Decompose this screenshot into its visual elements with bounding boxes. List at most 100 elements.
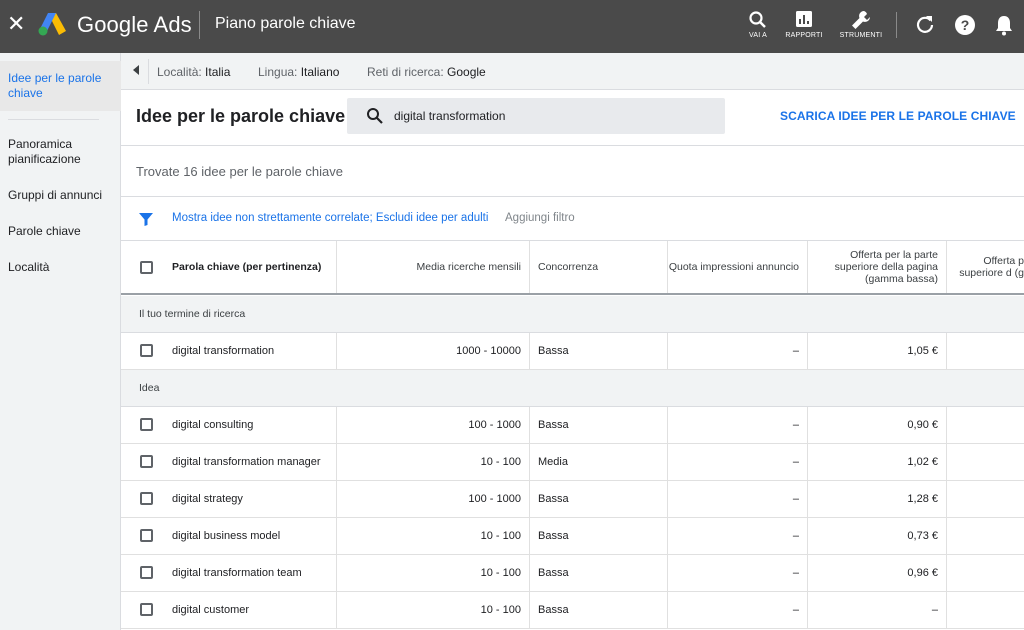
search-icon: [749, 11, 766, 28]
cell-volume: 100 - 1000: [337, 481, 530, 517]
cell-competition: Bassa: [530, 407, 668, 443]
sidebar-item-keyword-ideas[interactable]: Idee per le parole chiave: [8, 71, 116, 101]
cell-impression-share: –: [668, 333, 808, 369]
cell-bid-low: 0,73 €: [808, 518, 947, 554]
divider: [121, 145, 1024, 146]
cell-bid-low: 0,90 €: [808, 407, 947, 443]
cell-keyword: digital business model: [121, 518, 337, 554]
language-filter-label: Lingua:: [258, 65, 298, 79]
group-search-term-label: Il tuo termine di ricerca: [139, 308, 246, 320]
location-filter[interactable]: Località: Italia: [157, 65, 230, 79]
cell-impression-share: –: [668, 481, 808, 517]
location-filter-label: Località:: [157, 65, 202, 79]
reports-button[interactable]: RAPPORTI: [779, 9, 829, 45]
cell-bid-low: 1,28 €: [808, 481, 947, 517]
header-keyword[interactable]: Parola chiave (per pertinenza): [121, 241, 337, 293]
wrench-icon: [852, 11, 870, 29]
table-row: digital transformation 1000 - 10000 Bass…: [121, 333, 1024, 370]
goto-label: VAI A: [749, 32, 767, 39]
cell-competition: Bassa: [530, 481, 668, 517]
cell-bid-low: 1,02 €: [808, 444, 947, 480]
add-filter-button[interactable]: Aggiungi filtro: [505, 212, 575, 224]
cell-keyword: digital transformation manager: [121, 444, 337, 480]
tools-label: STRUMENTI: [839, 32, 883, 39]
header-bid-high[interactable]: Offerta p superiore d (g: [947, 241, 1024, 293]
cell-volume: 1000 - 10000: [337, 333, 530, 369]
location-filter-value: Italia: [205, 65, 231, 79]
cell-impression-share: –: [668, 518, 808, 554]
cell-volume: 100 - 1000: [337, 407, 530, 443]
header-impression-share[interactable]: Quota impressioni annuncio: [668, 241, 808, 293]
cell-volume: 10 - 100: [337, 444, 530, 480]
cell-competition: Bassa: [530, 592, 668, 628]
sidebar-item-ad-groups[interactable]: Gruppi di annunci: [8, 188, 116, 203]
targeting-bar: Località: Italia Lingua: Italiano Reti d…: [121, 53, 1024, 90]
page-title: Idee per le parole chiave: [136, 106, 346, 126]
page-title-topbar: Piano parole chiave: [215, 15, 356, 32]
cell-keyword: digital customer: [121, 592, 337, 628]
cell-bid-high: [947, 481, 1024, 517]
download-ideas-button[interactable]: SCARICA IDEE PER LE PAROLE CHIAVE: [780, 109, 1016, 123]
top-app-bar: ✕ Google Ads Piano parole chiave VAI A R…: [0, 0, 1024, 53]
cell-bid-high: [947, 333, 1024, 369]
header-keyword-label: Parola chiave (per pertinenza): [172, 261, 322, 273]
cell-competition: Media: [530, 444, 668, 480]
network-filter[interactable]: Reti di ricerca: Google: [367, 65, 486, 79]
goto-button[interactable]: VAI A: [733, 9, 783, 45]
cell-bid-high: [947, 518, 1024, 554]
group-ideas: Idea: [121, 370, 1024, 407]
header-bid-low[interactable]: Offerta per la parte superiore della pag…: [808, 241, 947, 293]
sidebar-item-keywords[interactable]: Parole chiave: [8, 224, 116, 239]
cell-impression-share: –: [668, 555, 808, 591]
cell-bid-low: 0,96 €: [808, 555, 947, 591]
filter-icon[interactable]: [138, 211, 154, 227]
table-row: digital consulting 100 - 1000 Bassa – 0,…: [121, 407, 1024, 444]
cell-competition: Bassa: [530, 518, 668, 554]
close-icon[interactable]: ✕: [7, 13, 25, 35]
brand-divider: [199, 11, 200, 39]
table-header: Parola chiave (per pertinenza) Media ric…: [121, 241, 1024, 295]
cell-keyword: digital transformation: [121, 333, 337, 369]
keyword-search-input[interactable]: digital transformation: [347, 98, 725, 134]
search-icon: [367, 108, 383, 124]
cell-bid-low: 1,05 €: [808, 333, 947, 369]
help-icon[interactable]: ?: [953, 13, 977, 37]
refresh-icon[interactable]: [913, 13, 937, 37]
collapse-sidebar-icon[interactable]: [133, 65, 139, 75]
table-row: digital strategy 100 - 1000 Bassa – 1,28…: [121, 481, 1024, 518]
language-filter[interactable]: Lingua: Italiano: [258, 65, 339, 79]
cell-bid-high: [947, 592, 1024, 628]
cell-competition: Bassa: [530, 333, 668, 369]
language-filter-value: Italiano: [300, 65, 340, 79]
sidebar-item-plan-overview[interactable]: Panoramica pianificazione: [8, 137, 116, 167]
cell-bid-high: [947, 555, 1024, 591]
brand-name: Google Ads: [77, 12, 192, 37]
sidebar: Idee per le parole chiave Panoramica pia…: [0, 53, 121, 630]
cell-volume: 10 - 100: [337, 592, 530, 628]
search-value: digital transformation: [394, 109, 506, 123]
targeting-divider: [148, 59, 149, 84]
sidebar-divider: [8, 119, 99, 120]
cell-volume: 10 - 100: [337, 518, 530, 554]
google-ads-logo: [38, 13, 66, 36]
tools-button[interactable]: STRUMENTI: [836, 9, 886, 45]
group-search-term: Il tuo termine di ricerca: [121, 296, 1024, 333]
cell-keyword: digital transformation team: [121, 555, 337, 591]
header-competition[interactable]: Concorrenza: [530, 241, 668, 293]
cell-impression-share: –: [668, 592, 808, 628]
header-volume[interactable]: Media ricerche mensili: [337, 241, 530, 293]
active-filters-link[interactable]: Mostra idee non strettamente correlate; …: [172, 212, 488, 224]
table-row: digital transformation team 10 - 100 Bas…: [121, 555, 1024, 592]
network-filter-value: Google: [447, 65, 486, 79]
sidebar-item-locations[interactable]: Località: [8, 260, 116, 275]
bell-icon[interactable]: [992, 13, 1016, 37]
table-row: digital business model 10 - 100 Bassa – …: [121, 518, 1024, 555]
topbar-divider: [896, 12, 897, 38]
table-row: digital transformation manager 10 - 100 …: [121, 444, 1024, 481]
cell-keyword: digital strategy: [121, 481, 337, 517]
cell-keyword: digital consulting: [121, 407, 337, 443]
cell-bid-low: –: [808, 592, 947, 628]
cell-bid-high: [947, 407, 1024, 443]
select-all-checkbox[interactable]: [140, 261, 153, 274]
cell-impression-share: –: [668, 407, 808, 443]
